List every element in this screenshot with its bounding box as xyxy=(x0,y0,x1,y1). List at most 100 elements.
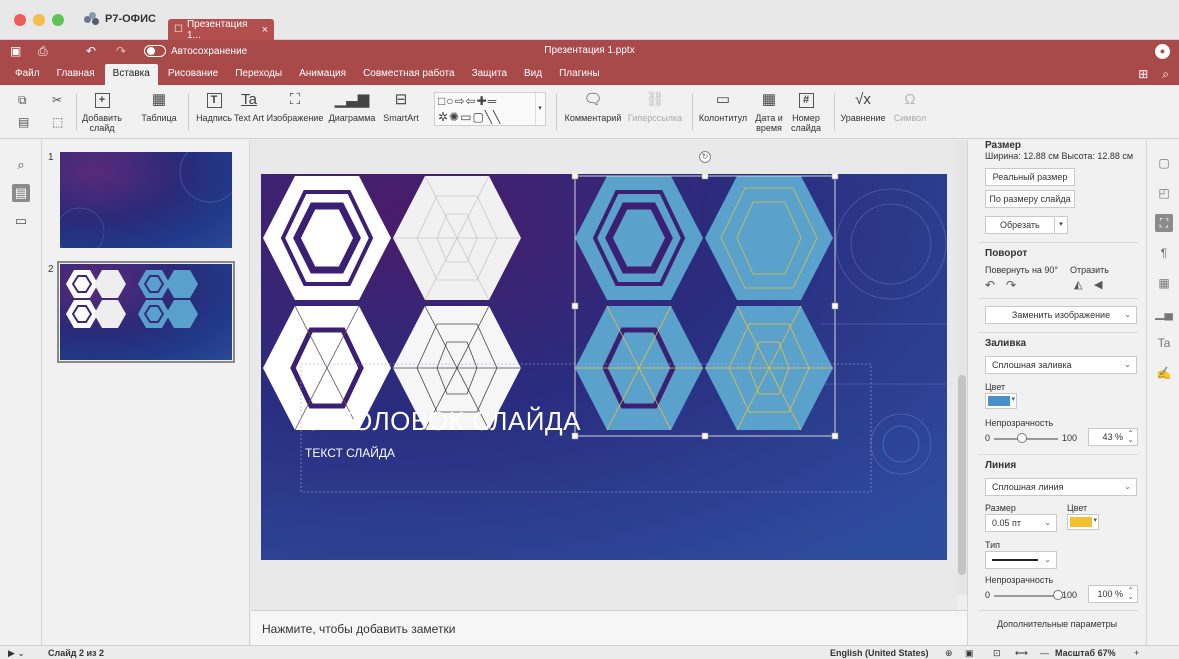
table-button[interactable]: ▦ Таблица xyxy=(138,89,180,123)
shapes-dropdown-icon[interactable]: ▾ xyxy=(535,93,545,125)
cut-icon[interactable]: ✂ xyxy=(52,93,62,107)
spinner-icon: ⌃ ⌄ xyxy=(1127,586,1134,601)
image-button[interactable]: ⛶ Изображение xyxy=(266,89,324,123)
line-color-picker[interactable]: ▾ xyxy=(1067,514,1099,530)
slide-settings-icon[interactable]: ▢ xyxy=(1155,154,1173,172)
advanced-settings-link[interactable]: Дополнительные параметры xyxy=(968,619,1146,629)
user-avatar-icon[interactable]: ● xyxy=(1155,44,1170,59)
shape-settings-icon[interactable]: ◰ xyxy=(1155,184,1173,202)
slide-number-icon: # xyxy=(795,89,817,111)
slide-title-text[interactable]: ЗАГОЛОВОК СЛАЙДА xyxy=(305,406,581,437)
textbox-button[interactable]: T Надпись xyxy=(194,89,234,123)
paste-icon[interactable]: ▤ xyxy=(18,115,29,129)
flip-vertical-icon[interactable]: ◀ xyxy=(1094,278,1102,291)
search-icon[interactable]: ⌕ xyxy=(1162,67,1169,82)
zoom-out-icon[interactable]: — xyxy=(1040,648,1049,658)
crop-dropdown-icon[interactable]: ▾ xyxy=(1054,216,1068,234)
spinner-icon: ⌃ ⌄ xyxy=(1127,429,1134,444)
fill-type-value: Сплошная заливка xyxy=(992,360,1072,370)
fill-color-picker[interactable]: ▾ xyxy=(985,393,1017,409)
crop-button[interactable]: Обрезать ▾ xyxy=(985,216,1068,234)
line-opacity-slider[interactable] xyxy=(994,595,1058,597)
symbol-button[interactable]: Ω Символ xyxy=(890,89,930,123)
datetime-button[interactable]: ▦ Дата и время xyxy=(752,89,786,133)
slideshow-play-icon[interactable]: ▶ ⌄ xyxy=(8,648,25,659)
slide-number-button[interactable]: # Номер слайда xyxy=(788,89,824,133)
shapes-gallery[interactable]: □○⇨⇦✚═ ✲✺▭▢╲╲ ▾ xyxy=(434,92,546,126)
fit-width-icon[interactable]: ⟷ xyxy=(1015,648,1028,659)
close-tab-icon[interactable]: × xyxy=(262,24,268,36)
line-style-select[interactable]: ⌄ xyxy=(985,551,1057,569)
image-settings-icon[interactable]: ⛶ xyxy=(1155,214,1173,232)
comments-icon[interactable]: ▭ xyxy=(12,212,30,230)
rotate-cw-icon[interactable]: ↷ xyxy=(1006,278,1016,292)
close-window-button[interactable] xyxy=(14,14,26,26)
menu-draw[interactable]: Рисование xyxy=(161,68,225,85)
line-type-select[interactable]: Сплошная линия ⌄ xyxy=(985,478,1137,496)
menu-insert[interactable]: Вставка xyxy=(104,64,158,85)
menu-file[interactable]: Файл xyxy=(8,68,47,85)
zoom-window-button[interactable] xyxy=(52,14,64,26)
fit-slide-button[interactable]: По размеру слайда xyxy=(985,190,1075,208)
slide-thumbnail-1[interactable] xyxy=(60,152,232,248)
menu-home[interactable]: Главная xyxy=(50,68,102,85)
fill-opacity-input[interactable]: 43 % ⌃ ⌄ xyxy=(1088,428,1138,446)
comment-button[interactable]: 🗨 Комментарий xyxy=(562,89,624,123)
textart-button[interactable]: Ta Text Art xyxy=(234,89,264,123)
fill-type-select[interactable]: Сплошная заливка ⌄ xyxy=(985,356,1137,374)
line-opacity-input[interactable]: 100 % ⌃ ⌄ xyxy=(1088,585,1138,603)
chart-button[interactable]: ▁▃▆ Диаграмма xyxy=(328,89,376,123)
copy-icon[interactable]: ⧉ xyxy=(18,93,27,108)
flip-horizontal-icon[interactable]: ◭ xyxy=(1074,278,1082,291)
chart-settings-icon[interactable]: ▁▄ xyxy=(1155,304,1173,322)
add-slide-label: Добавить слайд xyxy=(82,113,122,133)
line-opacity-label: Непрозрачность xyxy=(985,575,1054,585)
search-icon[interactable]: ⌕ xyxy=(12,156,30,174)
textart-settings-icon[interactable]: Ta xyxy=(1155,334,1173,352)
header-footer-button[interactable]: ▭ Колонтитул xyxy=(698,89,748,123)
replace-image-dropdown[interactable]: Заменить изображение ⌄ xyxy=(985,306,1137,324)
paragraph-settings-icon[interactable]: ¶ xyxy=(1155,244,1173,262)
spellcheck-icon[interactable]: ▣ xyxy=(965,648,974,659)
hyperlink-label: Гиперссылка xyxy=(627,113,683,123)
signature-settings-icon[interactable]: ✍ xyxy=(1155,364,1173,382)
window-tab-strip: Р7-ОФИС ☐ Презентация 1... × xyxy=(0,0,1179,41)
canvas-vertical-scrollbar[interactable] xyxy=(957,140,967,595)
menu-transitions[interactable]: Переходы xyxy=(228,68,289,85)
open-location-icon[interactable]: ⊞ xyxy=(1138,67,1148,82)
menu-animation[interactable]: Анимация xyxy=(292,68,353,85)
line-opacity-value: 100 % xyxy=(1097,589,1123,599)
minimize-window-button[interactable] xyxy=(33,14,45,26)
notes-pane[interactable]: Нажмите, чтобы добавить заметки xyxy=(251,610,967,645)
smartart-button[interactable]: ⊟ SmartArt xyxy=(380,89,422,123)
select-all-icon[interactable]: ⬚ xyxy=(52,115,63,129)
hyperlink-button[interactable]: ⛓ Гиперссылка xyxy=(624,89,686,123)
equation-button[interactable]: √x Уравнение xyxy=(838,89,888,123)
fit-slide-icon[interactable]: ⊡ xyxy=(993,648,1001,659)
menu-view[interactable]: Вид xyxy=(517,68,549,85)
table-settings-icon[interactable]: ▦ xyxy=(1155,274,1173,292)
line-size-select[interactable]: 0.05 пт ⌄ xyxy=(985,514,1057,532)
language-selector[interactable]: English (United States) xyxy=(830,648,929,658)
add-slide-button[interactable]: + Добавить слайд xyxy=(82,89,122,133)
rotate-ccw-icon[interactable]: ↶ xyxy=(985,278,995,292)
menu-protection[interactable]: Защита xyxy=(465,68,514,85)
line-size-value: 0.05 пт xyxy=(992,518,1022,528)
menu-collaboration[interactable]: Совместная работа xyxy=(356,68,462,85)
slide-editor[interactable]: ЗАГОЛОВОК СЛАЙДА ТЕКСТ СЛАЙДА xyxy=(261,174,947,560)
chevron-down-icon: ⌄ xyxy=(1124,482,1131,491)
slide-body-text[interactable]: ТЕКСТ СЛАЙДА xyxy=(305,446,395,460)
rotate-handle-icon[interactable]: ↻ xyxy=(699,151,711,163)
zoom-in-icon[interactable]: + xyxy=(1134,648,1139,658)
fill-opacity-knob[interactable] xyxy=(1016,433,1027,443)
menu-plugins[interactable]: Плагины xyxy=(552,68,607,85)
brand-tab[interactable]: Р7-ОФИС xyxy=(84,12,156,26)
slide-thumbnail-2[interactable] xyxy=(57,261,235,363)
real-size-button[interactable]: Реальный размер xyxy=(985,168,1075,186)
chevron-down-icon: ⌄ xyxy=(1124,360,1131,369)
document-tab[interactable]: ☐ Презентация 1... × xyxy=(168,19,274,41)
app-window: Р7-ОФИС ☐ Презентация 1... × ▣ ⎙ ↶ ↷ Авт… xyxy=(0,0,1179,659)
left-rail: ⌕ ▤ ▭ xyxy=(0,140,42,645)
slides-panel-icon[interactable]: ▤ xyxy=(12,184,30,202)
globe-icon[interactable]: ⊕ xyxy=(945,648,953,659)
